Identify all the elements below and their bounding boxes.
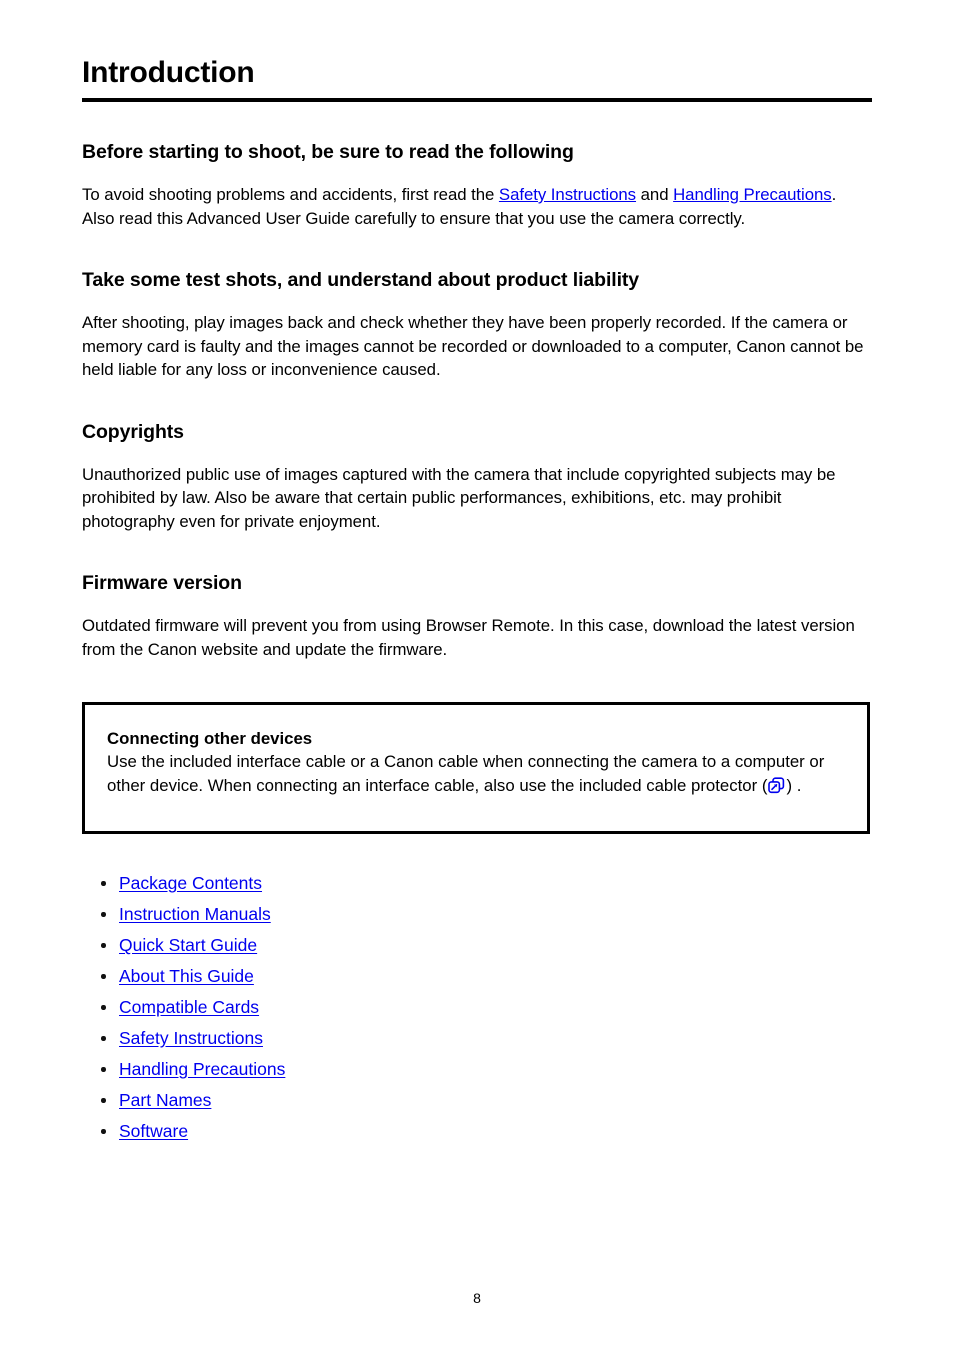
link-compatible-cards[interactable]: Compatible Cards [119, 997, 259, 1017]
cross-reference-link-icon[interactable] [768, 776, 785, 794]
list-item: Quick Start Guide [97, 930, 697, 961]
list-item: Compatible Cards [97, 992, 697, 1023]
list-item: Safety Instructions [97, 1023, 697, 1054]
paragraph-text-part: To avoid shooting problems and accidents… [82, 185, 499, 204]
link-part-names[interactable]: Part Names [119, 1090, 211, 1110]
list-item: Handling Precautions [97, 1054, 697, 1085]
bullet-icon [101, 1036, 106, 1041]
title-divider [82, 98, 872, 102]
bullet-icon [101, 912, 106, 917]
link-package-contents[interactable]: Package Contents [119, 873, 262, 893]
link-software[interactable]: Software [119, 1121, 188, 1141]
section-heading-test-shots: Take some test shots, and understand abo… [82, 269, 640, 291]
section-paragraph-before-starting: To avoid shooting problems and accidents… [82, 183, 872, 230]
callout-body-text: ) . [786, 775, 802, 795]
list-item: Package Contents [97, 868, 697, 899]
bullet-icon [101, 881, 106, 886]
list-item: Part Names [97, 1085, 697, 1116]
list-item: About This Guide [97, 961, 697, 992]
link-handling-precautions[interactable]: Handling Precautions [119, 1059, 285, 1079]
link-safety-instructions[interactable]: Safety Instructions [119, 1028, 263, 1048]
callout-title: Connecting other devices [107, 729, 313, 748]
bullet-icon [101, 1129, 106, 1134]
list-item: Instruction Manuals [97, 899, 697, 930]
link-safety-instructions-inline[interactable]: Safety Instructions [499, 185, 636, 204]
bullet-icon [101, 1005, 106, 1010]
bullet-icon [101, 943, 106, 948]
link-quick-start-guide[interactable]: Quick Start Guide [119, 935, 257, 955]
page-number: 8 [473, 1290, 481, 1306]
section-paragraph-firmware-version: Outdated firmware will prevent you from … [82, 616, 855, 659]
related-topics-list: Package Contents Instruction Manuals Qui… [97, 868, 697, 1147]
content-column: Before starting to shoot, be sure to rea… [82, 140, 872, 687]
list-item: Software [97, 1116, 697, 1147]
link-about-this-guide[interactable]: About This Guide [119, 966, 254, 986]
page-title: Introduction [82, 56, 255, 89]
callout-body-text: Use the included interface cable or a Ca… [107, 752, 825, 795]
section-heading-copyrights: Copyrights [82, 420, 184, 443]
callout-box-connecting-other-devices: Connecting other devices Use the include… [82, 702, 870, 834]
section-heading-firmware-version: Firmware version [82, 572, 242, 594]
link-handling-precautions-inline[interactable]: Handling Precautions [673, 185, 832, 204]
callout-inner: Connecting other devices Use the include… [85, 705, 867, 797]
document-page: Introduction Before starting to shoot, b… [0, 0, 954, 1345]
callout-body: Use the included interface cable or a Ca… [107, 750, 843, 797]
link-instruction-manuals[interactable]: Instruction Manuals [119, 904, 271, 924]
paragraph-text-part: and [636, 185, 674, 204]
section-paragraph-copyrights: Unauthorized public use of images captur… [82, 464, 836, 531]
page-title-block: Introduction [82, 55, 872, 102]
bullet-icon [101, 1067, 106, 1072]
section-heading-before-starting: Before starting to shoot, be sure to rea… [82, 141, 574, 163]
bullet-icon [101, 1098, 106, 1103]
bullet-icon [101, 974, 106, 979]
section-paragraph-test-shots: After shooting, play images back and che… [82, 313, 864, 379]
